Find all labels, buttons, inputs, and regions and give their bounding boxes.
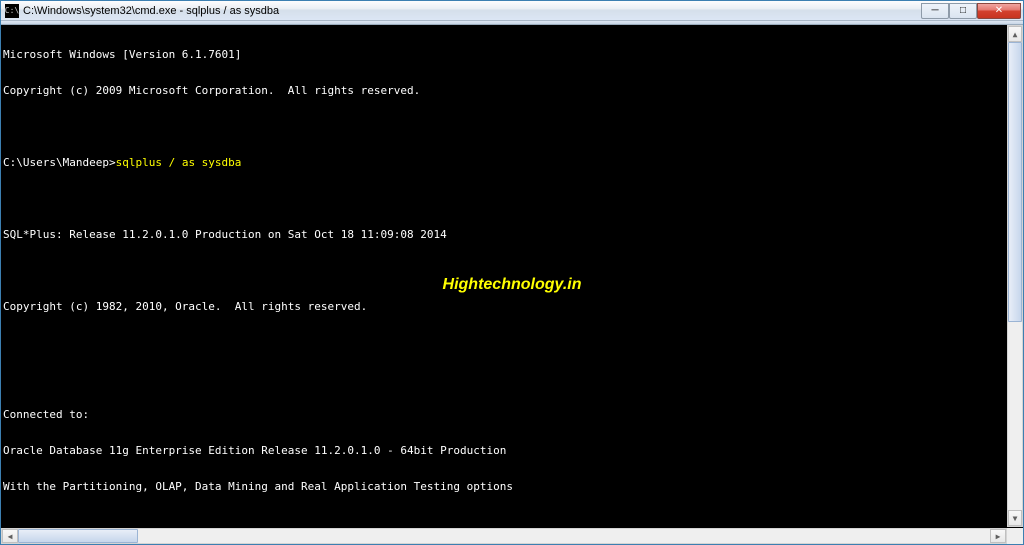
watermark-text: Hightechnology.in [443, 279, 582, 291]
text-line: SQL*Plus: Release 11.2.0.1.0 Production … [3, 229, 1023, 241]
horizontal-scrollbar[interactable]: ◀ ▶ [1, 528, 1007, 544]
scroll-thumb[interactable] [1008, 42, 1022, 322]
scroll-down-arrow-icon[interactable]: ▼ [1008, 510, 1022, 526]
blank-line [3, 265, 1023, 277]
command-input: sqlplus / as sysdba [116, 156, 242, 169]
scroll-up-arrow-icon[interactable]: ▲ [1008, 26, 1022, 42]
text-line: Microsoft Windows [Version 6.1.7601] [3, 49, 1023, 61]
text-line: Copyright (c) 2009 Microsoft Corporation… [3, 85, 1023, 97]
maximize-button[interactable]: □ [949, 3, 977, 19]
titlebar[interactable]: C:\ C:\Windows\system32\cmd.exe - sqlplu… [1, 1, 1023, 21]
blank-line [3, 121, 1023, 133]
cmd-window: C:\ C:\Windows\system32\cmd.exe - sqlplu… [0, 0, 1024, 545]
close-button[interactable]: ✕ [977, 3, 1021, 19]
scroll-corner [1007, 528, 1023, 544]
window-title: C:\Windows\system32\cmd.exe - sqlplus / … [23, 5, 921, 17]
vertical-scrollbar[interactable]: ▲ ▼ [1007, 25, 1023, 527]
text-line: With the Partitioning, OLAP, Data Mining… [3, 481, 1023, 493]
scroll-track[interactable] [18, 529, 990, 543]
blank-line [3, 373, 1023, 385]
blank-line [3, 337, 1023, 349]
scroll-right-arrow-icon[interactable]: ▶ [990, 529, 1006, 543]
text-line: Connected to: [3, 409, 1023, 421]
text-line: Oracle Database 11g Enterprise Edition R… [3, 445, 1023, 457]
text-line: Copyright (c) 1982, 2010, Oracle. All ri… [3, 301, 1023, 313]
prompt-path: C:\Users\Mandeep> [3, 156, 116, 169]
scroll-track[interactable] [1008, 42, 1022, 510]
scroll-left-arrow-icon[interactable]: ◀ [2, 529, 18, 543]
minimize-button[interactable]: ─ [921, 3, 949, 19]
cmd-icon: C:\ [5, 4, 19, 18]
blank-line [3, 193, 1023, 205]
prompt-line: C:\Users\Mandeep>sqlplus / as sysdba [3, 157, 1023, 169]
terminal-output[interactable]: Microsoft Windows [Version 6.1.7601] Cop… [1, 25, 1023, 544]
scroll-thumb[interactable] [18, 529, 138, 543]
window-controls: ─ □ ✕ [921, 3, 1021, 19]
